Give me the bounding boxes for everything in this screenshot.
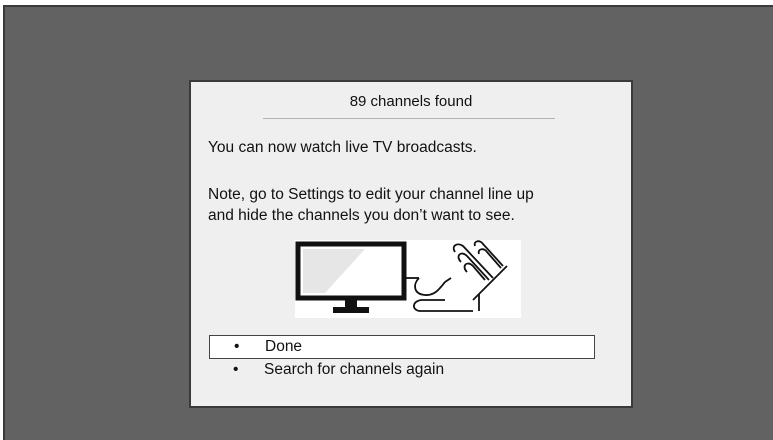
- dialog-title: 89 channels found: [349, 93, 473, 110]
- settings-note-line-1: Note, go to Settings to edit your channe…: [208, 186, 534, 203]
- channel-scan-dialog: 89 channels found You can now watch live…: [189, 80, 633, 408]
- tv-icon: [295, 241, 407, 313]
- watch-message: You can now watch live TV broadcasts.: [208, 139, 477, 156]
- antenna-icon: [452, 240, 508, 311]
- done-option[interactable]: • Done: [209, 335, 595, 359]
- bullet-icon: •: [233, 361, 239, 378]
- settings-note-line-2: and hide the channels you don’t want to …: [208, 207, 515, 224]
- cable-icon: [404, 277, 473, 312]
- search-again-option-label: Search for channels again: [264, 361, 445, 378]
- title-divider: [263, 118, 555, 119]
- options-list: • Done • Search for channels again: [209, 335, 595, 383]
- search-again-option[interactable]: • Search for channels again: [209, 359, 595, 383]
- bullet-icon: •: [234, 338, 240, 355]
- tv-screen: 89 channels found You can now watch live…: [3, 5, 773, 440]
- tv-antenna-illustration: [295, 240, 521, 318]
- done-option-label: Done: [265, 338, 303, 355]
- settings-note: Note, go to Settings to edit your channe…: [208, 184, 628, 226]
